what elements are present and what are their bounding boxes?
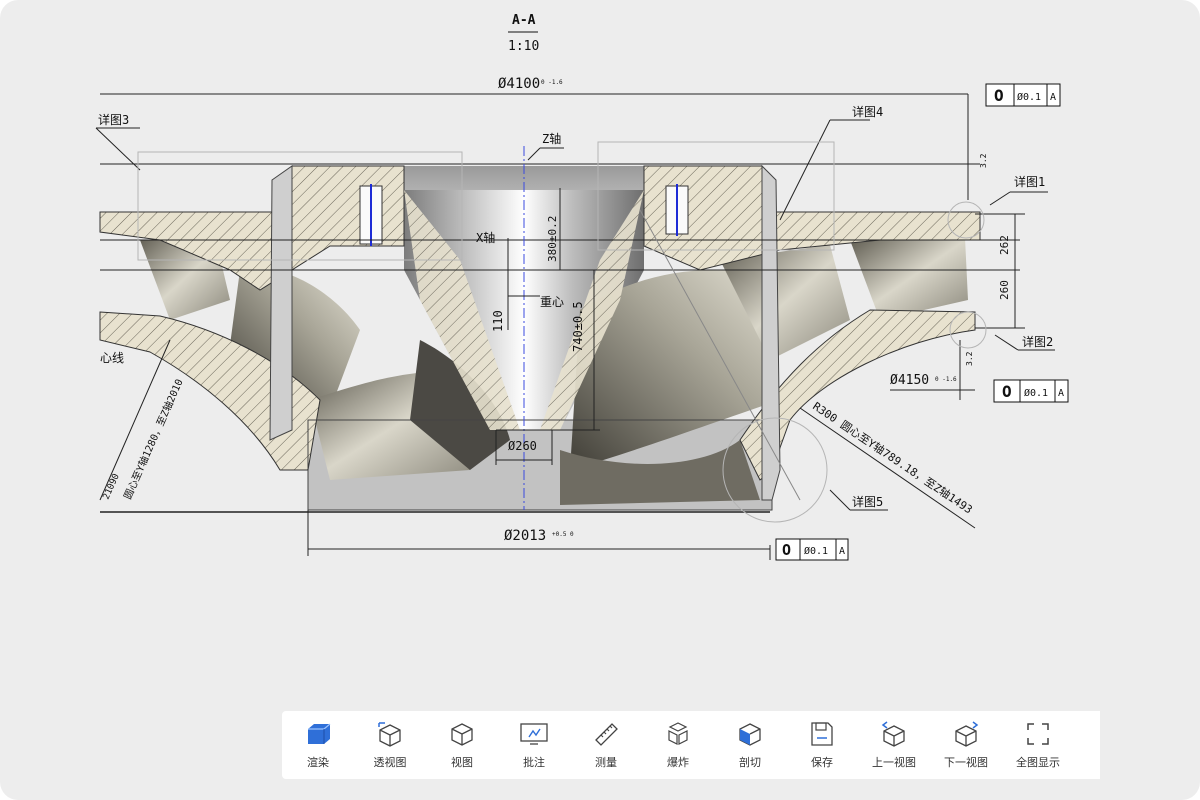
- dim-top-tol: 0 -1.6: [541, 79, 563, 86]
- render-button[interactable]: 渲染: [282, 711, 354, 779]
- tolerance-frame-bottom: O Ø0.1 A: [775, 538, 849, 561]
- save-icon: [807, 719, 837, 749]
- scale-label: 1:10: [508, 39, 539, 54]
- annotation-icon: [519, 719, 549, 749]
- perspective-button[interactable]: 透视图: [354, 711, 426, 779]
- explode-label: 爆炸: [667, 756, 689, 769]
- impeller-body: [99, 164, 981, 511]
- measure-label: 测量: [595, 756, 617, 769]
- detail-5-label: 详图5: [852, 494, 883, 509]
- left-note: 圆心至Y轴1280，至Z轴2010: [121, 377, 186, 501]
- render-cube-icon: [303, 719, 333, 749]
- view-label: 视图: [451, 756, 473, 769]
- left-line-label: 心线: [100, 351, 124, 365]
- dim-small-dia: Ø260: [508, 439, 537, 453]
- viewer-window: O Ø0.1 A O Ø0.1 A O Ø0.1 A A-A 1:10 Ø410…: [0, 0, 1200, 800]
- ruler-icon: [591, 719, 621, 749]
- bottom-toolbar: 渲染 透视图 视图 批注 测量 爆炸 剖切 保存 上一视图 下一视图 全图显示: [282, 711, 1100, 779]
- dim-right-tol: 0 -1.6: [935, 376, 957, 383]
- render-label: 渲染: [307, 756, 329, 769]
- annotation-button[interactable]: 批注: [498, 711, 570, 779]
- section-label: A-A: [512, 13, 536, 28]
- fullscreen-icon: [1023, 719, 1053, 749]
- view-cube-icon: [447, 719, 477, 749]
- dim-right: Ø4150: [890, 373, 929, 388]
- roughness-1: 3.2: [979, 153, 988, 168]
- dim-top: Ø4100: [498, 76, 540, 92]
- perspective-label: 透视图: [373, 756, 407, 769]
- tol-2-symbol: O: [1002, 382, 1012, 401]
- tol-3-symbol: O: [782, 541, 791, 559]
- roughness-2: 3.2: [965, 351, 974, 366]
- tol-1-value: Ø0.1: [1017, 91, 1041, 103]
- explode-button[interactable]: 爆炸: [642, 711, 714, 779]
- dim-740: 740±0.5: [571, 301, 585, 352]
- next-view-label: 下一视图: [944, 756, 988, 769]
- label-cg: 重心: [540, 295, 564, 309]
- section-label: 剖切: [739, 756, 761, 769]
- tolerance-frame-top: O Ø0.1 A: [985, 83, 1061, 107]
- section-button[interactable]: 剖切: [714, 711, 786, 779]
- tol-1-symbol: O: [994, 86, 1004, 105]
- detail-2-label: 详图2: [1022, 334, 1053, 349]
- save-label: 保存: [811, 756, 833, 769]
- detail-3-label: 详图3: [98, 112, 129, 127]
- section-cube-icon: [735, 719, 765, 749]
- label-z-axis: Z轴: [542, 131, 561, 146]
- explode-icon: [663, 719, 693, 749]
- previous-view-icon: [879, 719, 909, 749]
- tol-3-value: Ø0.1: [804, 545, 828, 557]
- fullscreen-button[interactable]: 全图显示: [1002, 711, 1074, 779]
- previous-view-label: 上一视图: [872, 756, 916, 769]
- detail-4-label: 详图4: [852, 104, 883, 119]
- dim-bottom: Ø2013: [504, 528, 546, 544]
- next-view-icon: [951, 719, 981, 749]
- label-x-axis: X轴: [476, 230, 495, 245]
- dim-bottom-tol: +0.5 0: [552, 531, 574, 538]
- fullscreen-label: 全图显示: [1016, 756, 1060, 769]
- cad-drawing-canvas[interactable]: O Ø0.1 A O Ø0.1 A O Ø0.1 A A-A 1:10 Ø410…: [0, 0, 1200, 800]
- left-note-top: 21090: [102, 472, 122, 501]
- next-view-button[interactable]: 下一视图: [930, 711, 1002, 779]
- dim-262: 262: [998, 235, 1011, 255]
- dim-380: 380±0.2: [546, 216, 559, 262]
- tol-2-value: Ø0.1: [1024, 387, 1048, 399]
- view-button[interactable]: 视图: [426, 711, 498, 779]
- dim-260: 260: [998, 280, 1011, 300]
- dim-110: 110: [491, 310, 505, 332]
- tol-2-datum: A: [1058, 388, 1064, 399]
- previous-view-button[interactable]: 上一视图: [858, 711, 930, 779]
- annotation-label: 批注: [523, 756, 545, 769]
- save-button[interactable]: 保存: [786, 711, 858, 779]
- perspective-cube-icon: [375, 719, 405, 749]
- tolerance-frame-right: O Ø0.1 A: [993, 379, 1069, 403]
- tol-1-datum: A: [1050, 92, 1056, 103]
- measure-button[interactable]: 测量: [570, 711, 642, 779]
- radius-note: R300 圆心至Y轴789.18，至Z轴1493: [810, 399, 975, 517]
- tol-3-datum: A: [839, 546, 845, 557]
- detail-1-label: 详图1: [1014, 174, 1045, 189]
